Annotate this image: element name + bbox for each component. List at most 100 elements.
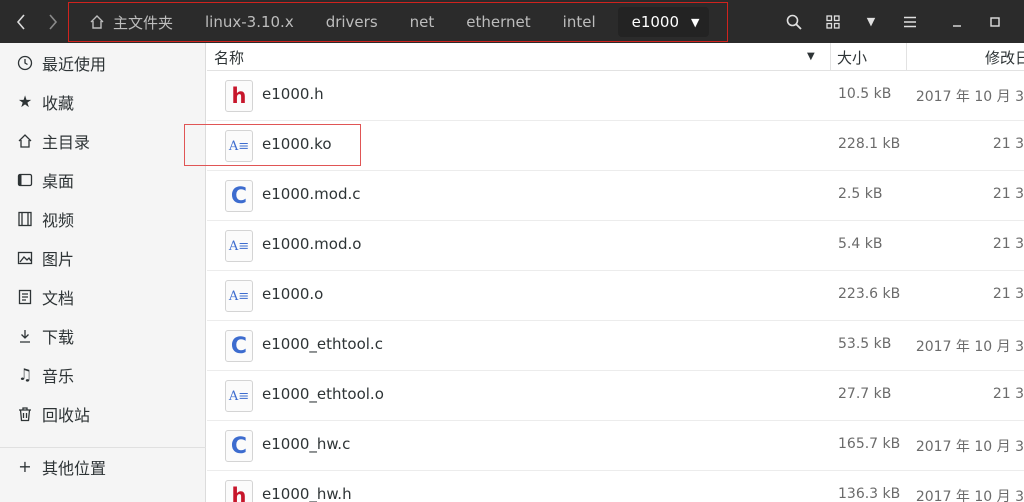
binary-file-icon: A≡ [225,230,253,262]
binary-file-icon: A≡ [225,130,253,162]
file-modified: 2017 年 10 月 3 [915,89,1024,105]
minimize-button[interactable] [939,0,975,43]
column-divider[interactable] [906,43,907,71]
music-icon: ♫ [17,365,33,384]
menu-button[interactable] [892,0,928,43]
file-name: e1000_ethtool.o [262,385,384,403]
sidebar-item-label: 主目录 [42,132,91,152]
sidebar-item-home[interactable]: 主目录 [0,121,206,160]
file-row[interactable]: C e1000_hw.c 165.7 kB 2017 年 10 月 3 [207,421,1024,471]
grid-view-icon [826,14,840,29]
file-modified: 2017 年 10 月 3 [915,489,1024,502]
breadcrumb-label: ethernet [466,13,531,31]
plus-icon: + [18,457,32,476]
sidebar-item-label: 图片 [42,249,75,269]
search-icon [786,14,802,30]
column-size[interactable]: 大小 [837,47,867,68]
sidebar-item-other-locations[interactable]: + 其他位置 [0,447,206,486]
file-row[interactable]: A≡ e1000.ko 228.1 kB 21 3 [207,121,1024,171]
header-file-icon: h [225,480,253,502]
file-size: 5.4 kB [838,236,883,252]
forward-button[interactable] [36,0,70,43]
sidebar-item-label: 下载 [42,327,75,347]
sidebar-item-label: 最近使用 [42,54,107,74]
document-icon [16,288,34,306]
grid-view-button[interactable] [815,0,851,43]
file-row[interactable]: A≡ e1000.mod.o 5.4 kB 21 3 [207,221,1024,271]
file-size: 136.3 kB [838,486,901,502]
file-modified: 21 3 [992,286,1024,302]
chevron-down-icon: ▼ [691,15,700,29]
file-row[interactable]: A≡ e1000.o 223.6 kB 21 3 [207,271,1024,321]
sidebar-item-label: 桌面 [42,171,75,191]
header-file-icon: h [225,80,253,112]
download-icon [16,327,34,345]
column-name[interactable]: 名称 [214,47,244,68]
path-bar: 主文件夹 linux-3.10.x drivers net ethernet i… [68,2,728,42]
sidebar-item-label: 视频 [42,210,75,230]
hamburger-menu-icon [904,16,916,27]
file-modified: 21 3 [992,136,1024,152]
sidebar-item-desktop[interactable]: 桌面 [0,160,206,199]
maximize-button[interactable] [977,0,1013,43]
breadcrumb-label: e1000 [631,13,680,31]
file-size: 53.5 kB [838,336,892,352]
file-modified: 21 3 [992,186,1024,202]
file-name: e1000_hw.h [262,485,352,502]
breadcrumb-label: intel [562,13,596,31]
picture-icon [16,249,34,267]
file-size: 10.5 kB [838,86,892,102]
sidebar-item-music[interactable]: ♫ 音乐 [0,355,206,394]
maximize-icon [990,16,1000,27]
back-button[interactable] [4,0,38,43]
desktop-icon [16,171,34,189]
file-name: e1000.mod.o [262,235,362,253]
sidebar-item-downloads[interactable]: 下载 [0,316,206,355]
trash-icon [16,405,34,423]
breadcrumb-label: drivers [325,13,378,31]
breadcrumb-drivers[interactable]: drivers [310,7,394,37]
file-size: 228.1 kB [838,136,901,152]
c-source-file-icon: C [225,180,253,212]
file-row[interactable]: A≡ e1000_ethtool.o 27.7 kB 21 3 [207,371,1024,421]
file-size: 27.7 kB [838,386,892,402]
view-options-button[interactable]: ▼ [853,0,889,43]
star-icon: ★ [17,92,33,111]
file-size: 2.5 kB [838,186,883,202]
file-name: e1000.h [262,85,324,103]
column-divider[interactable] [830,43,831,71]
sidebar-item-starred[interactable]: ★ 收藏 [0,82,206,121]
sidebar: 最近使用 ★ 收藏 主目录 桌面 视频 图片 文档 下载 ♫ 音乐 回收站 + … [0,43,206,502]
breadcrumb-linux[interactable]: linux-3.10.x [189,7,310,37]
file-modified: 2017 年 10 月 3 [915,339,1024,355]
file-size: 223.6 kB [838,286,901,302]
sidebar-item-videos[interactable]: 视频 [0,199,206,238]
file-name: e1000.mod.c [262,185,361,203]
binary-file-icon: A≡ [225,380,253,412]
file-row[interactable]: C e1000.mod.c 2.5 kB 21 3 [207,171,1024,221]
header-bar: 主文件夹 linux-3.10.x drivers net ethernet i… [0,0,1024,43]
search-button[interactable] [776,0,812,43]
sidebar-item-trash[interactable]: 回收站 [0,394,206,433]
column-modified[interactable]: 修改日 [985,47,1024,68]
file-row[interactable]: C e1000_ethtool.c 53.5 kB 2017 年 10 月 3 [207,321,1024,371]
breadcrumb-net[interactable]: net [394,7,451,37]
chevron-right-icon [49,13,58,30]
sidebar-item-documents[interactable]: 文档 [0,277,206,316]
minimize-icon [953,24,961,27]
breadcrumb-ethernet[interactable]: ethernet [450,7,546,37]
breadcrumb-label: linux-3.10.x [205,13,294,31]
sidebar-item-recent[interactable]: 最近使用 [0,43,206,82]
file-name: e1000_ethtool.c [262,335,383,353]
sidebar-item-label: 音乐 [42,366,75,386]
file-row[interactable]: h e1000_hw.h 136.3 kB 2017 年 10 月 3 [207,471,1024,502]
column-header: 名称 ▼ 大小 修改日 [207,43,1024,71]
sort-descending-icon: ▼ [807,51,815,62]
file-name: e1000.ko [262,135,332,153]
sidebar-item-pictures[interactable]: 图片 [0,238,206,277]
file-modified: 21 3 [992,386,1024,402]
breadcrumb-intel[interactable]: intel [547,7,612,37]
file-row[interactable]: h e1000.h 10.5 kB 2017 年 10 月 3 [207,71,1024,121]
breadcrumb-e1000[interactable]: e1000 ▼ [617,7,710,37]
breadcrumb-home[interactable]: 主文件夹 [69,7,189,37]
